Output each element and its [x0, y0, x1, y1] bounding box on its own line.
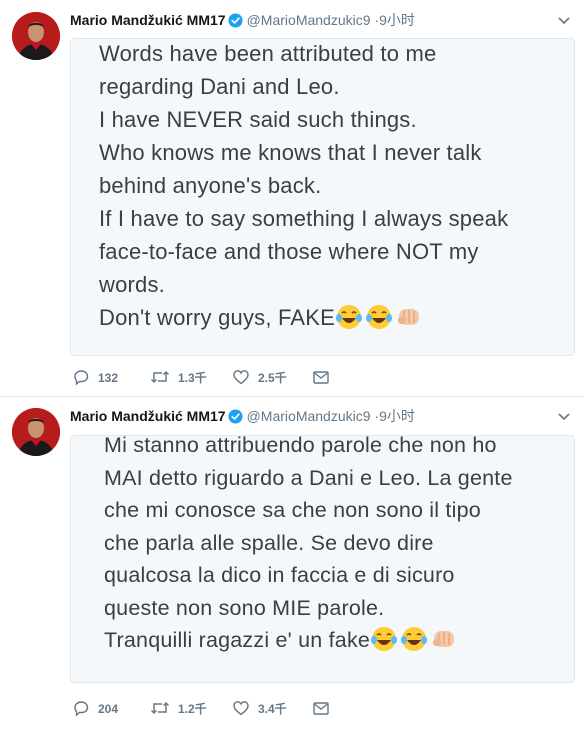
like-button[interactable]: 2.5千 — [232, 368, 287, 388]
card-line: queste non sono MIE parole. — [104, 595, 385, 620]
tweet-header: Mario Mandžukić MM17 @MarioMandzukic9 ·9小… — [70, 10, 574, 30]
avatar-image — [12, 12, 60, 60]
tweet[interactable]: Mario Mandžukić MM17 @MarioMandzukic9 ·9小… — [0, 0, 584, 396]
reply-icon — [74, 370, 89, 386]
card-line-last: Don't worry guys, FAKE — [99, 301, 564, 334]
card-line: words. — [99, 272, 165, 297]
retweet-button[interactable]: 1.2千 — [150, 699, 207, 719]
retweet-icon — [151, 371, 169, 383]
card-line: If I have to say something I always spea… — [99, 206, 509, 231]
card-line: Mi stanno attribuendo parole che non ho — [104, 433, 497, 457]
card-text: Words have been attributed to me regardi… — [99, 37, 564, 334]
author-name[interactable]: Mario Mandžukić MM17 — [70, 408, 226, 424]
image-text-card[interactable]: Mi stanno attribuendo parole che non ho … — [70, 433, 575, 683]
like-count: 2.5千 — [258, 371, 287, 385]
reply-button[interactable]: 132 — [72, 368, 118, 388]
oncoming-fist-icon — [398, 309, 420, 325]
card-text: Mi stanno attribuendo parole che non ho … — [104, 429, 564, 657]
tweet-header: Mario Mandžukić MM17 @MarioMandzukic9 ·9小… — [70, 406, 574, 426]
oncoming-fist-icon — [433, 631, 455, 647]
direct-message-button[interactable] — [312, 368, 338, 388]
retweet-icon — [151, 702, 169, 714]
chevron-down-icon[interactable] — [556, 10, 572, 30]
card-line: che mi conosce sa che non sono il tipo — [104, 498, 481, 522]
image-text-card[interactable]: Words have been attributed to me regardi… — [70, 38, 575, 356]
retweet-button[interactable]: 1.3千 — [150, 368, 207, 388]
like-count: 3.4千 — [258, 702, 287, 716]
card-line: regarding Dani and Leo. — [99, 74, 340, 99]
card-line: face-to-face and those where NOT my — [99, 239, 479, 264]
avatar-image — [12, 408, 60, 456]
retweet-count: 1.2千 — [178, 702, 207, 716]
timestamp[interactable]: 9小时 — [379, 12, 415, 28]
like-button[interactable]: 3.4千 — [232, 699, 287, 719]
face-with-tears-of-joy-icon — [371, 627, 398, 651]
face-with-tears-of-joy-icon — [401, 627, 428, 651]
card-line: MAI detto riguardo a Dani e Leo. La gent… — [104, 465, 513, 490]
card-line-last: Tranquilli ragazzi e' un fake — [104, 624, 564, 657]
reply-count: 132 — [98, 371, 119, 385]
author-handle[interactable]: @MarioMandzukic9 — [247, 408, 371, 424]
heart-icon — [233, 701, 249, 716]
reply-icon — [74, 701, 89, 717]
reply-button[interactable]: 204 — [72, 699, 118, 719]
face-with-tears-of-joy-icon — [336, 305, 363, 329]
card-line: qualcosa la dico in faccia e di sicuro — [104, 563, 455, 587]
direct-message-button[interactable] — [312, 699, 338, 719]
card-line: Words have been attributed to me — [99, 41, 437, 66]
avatar[interactable] — [12, 408, 60, 456]
author-name[interactable]: Mario Mandžukić MM17 — [70, 12, 226, 28]
reply-count: 204 — [98, 702, 119, 716]
verified-badge-icon — [228, 13, 243, 33]
author-handle[interactable]: @MarioMandzukic9 — [247, 12, 371, 28]
card-line: behind anyone's back. — [99, 173, 322, 198]
tweet[interactable]: Mario Mandžukić MM17 @MarioMandzukic9 ·9小… — [0, 397, 584, 729]
card-line: I have NEVER said such things. — [99, 107, 417, 132]
card-line: Tranquilli ragazzi e' un fake — [104, 628, 371, 652]
chevron-down-icon[interactable] — [556, 406, 572, 426]
retweet-count: 1.3千 — [178, 371, 207, 385]
heart-icon — [233, 370, 249, 385]
face-with-tears-of-joy-icon — [366, 305, 393, 329]
avatar[interactable] — [12, 12, 60, 60]
card-line: Who knows me knows that I never talk — [99, 140, 482, 165]
card-line: che parla alle spalle. Se devo dire — [104, 530, 434, 555]
envelope-icon — [313, 702, 329, 715]
timestamp[interactable]: 9小时 — [379, 408, 415, 424]
envelope-icon — [313, 371, 329, 384]
card-line: Don't worry guys, FAKE — [99, 305, 336, 330]
verified-badge-icon — [228, 409, 243, 429]
